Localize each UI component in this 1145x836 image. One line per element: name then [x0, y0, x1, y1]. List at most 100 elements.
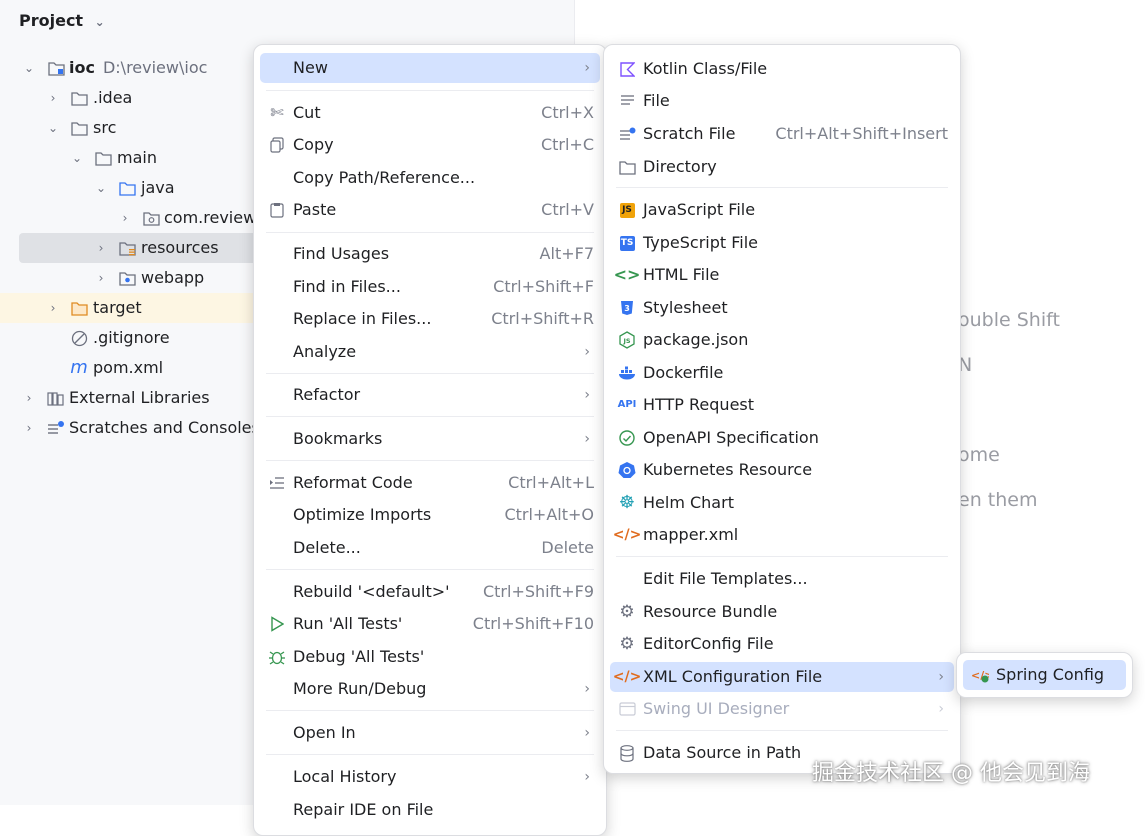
menu-item-find-in-files[interactable]: Find in Files... Ctrl+Shift+F: [260, 272, 600, 302]
menu-item-local-history[interactable]: Local History ›: [260, 762, 600, 792]
menu-item-edit-file-templates[interactable]: Edit File Templates...: [610, 564, 954, 594]
menu-item-directory[interactable]: Directory: [610, 152, 954, 182]
menu-item-label: New: [293, 58, 328, 77]
chevron-right-icon: ›: [584, 60, 590, 76]
menu-item-label: Paste: [293, 200, 337, 219]
chevron-right-icon[interactable]: ›: [118, 203, 132, 233]
menu-item-kubernetes-resource[interactable]: Kubernetes Resource: [610, 455, 954, 485]
chevron-right-icon[interactable]: ›: [22, 383, 36, 413]
menu-item-html-file[interactable]: <> HTML File: [610, 260, 954, 290]
chevron-right-icon[interactable]: ›: [94, 263, 108, 293]
menu-item-label: Delete...: [293, 538, 361, 557]
chevron-right-icon: ›: [938, 669, 944, 685]
debug-icon: [266, 642, 288, 672]
menu-item-optimize-imports[interactable]: Optimize Imports Ctrl+Alt+O: [260, 500, 600, 530]
folder-icon: [94, 143, 112, 173]
chevron-right-icon[interactable]: ›: [22, 413, 36, 443]
menu-item-label: Copy: [293, 135, 334, 154]
menu-item-kotlin-class[interactable]: Kotlin Class/File: [610, 54, 954, 84]
tree-item-label: resources: [141, 238, 219, 257]
menu-item-label: Optimize Imports: [293, 505, 432, 524]
chevron-down-icon[interactable]: ⌄: [70, 143, 84, 173]
menu-item-mapper-xml[interactable]: </> mapper.xml: [610, 520, 954, 550]
resources-folder-icon: [118, 233, 136, 263]
tree-item-path: D:\review\ioc: [102, 58, 208, 77]
chevron-right-icon: ›: [584, 725, 590, 741]
menu-item-run-all-tests[interactable]: Run 'All Tests' Ctrl+Shift+F10: [260, 609, 600, 639]
editor-hint: ome: [958, 444, 1000, 466]
menu-item-editorconfig-file[interactable]: ⚙ EditorConfig File: [610, 629, 954, 659]
xml-submenu: </> Spring Config: [956, 652, 1133, 698]
menu-item-shortcut: Ctrl+X: [541, 103, 594, 122]
menu-item-reformat-code[interactable]: Reformat Code Ctrl+Alt+L: [260, 468, 600, 498]
web-folder-icon: [118, 263, 136, 293]
menu-item-analyze[interactable]: Analyze ›: [260, 337, 600, 367]
menu-item-paste[interactable]: Paste Ctrl+V: [260, 195, 600, 225]
menu-item-cut[interactable]: ✄ Cut Ctrl+X: [260, 98, 600, 128]
menu-item-scratch-file[interactable]: Scratch File Ctrl+Alt+Shift+Insert: [610, 119, 954, 149]
menu-item-label: Debug 'All Tests': [293, 647, 425, 666]
menu-item-more-run-debug[interactable]: More Run/Debug ›: [260, 674, 600, 704]
menu-item-typescript-file[interactable]: TS TypeScript File: [610, 228, 954, 258]
chevron-down-icon[interactable]: ⌄: [95, 15, 105, 29]
menu-item-rebuild[interactable]: Rebuild '<default>' Ctrl+Shift+F9: [260, 577, 600, 607]
chevron-right-icon: ›: [584, 681, 590, 697]
chevron-right-icon: ›: [584, 769, 590, 785]
menu-item-label: Run 'All Tests': [293, 614, 403, 633]
menu-item-javascript-file[interactable]: JS JavaScript File: [610, 195, 954, 225]
menu-item-resource-bundle[interactable]: ⚙ Resource Bundle: [610, 597, 954, 627]
menu-item-find-usages[interactable]: Find Usages Alt+F7: [260, 239, 600, 269]
menu-item-package-json[interactable]: JS package.json: [610, 325, 954, 355]
chevron-down-icon[interactable]: ⌄: [94, 173, 108, 203]
menu-item-repair-ide[interactable]: Repair IDE on File: [260, 795, 600, 825]
tree-item-label: .gitignore: [93, 328, 170, 347]
chevron-right-icon[interactable]: ›: [94, 233, 108, 263]
gear-icon: ⚙: [619, 634, 635, 654]
folder-icon: [616, 152, 638, 182]
chevron-down-icon[interactable]: ⌄: [22, 53, 36, 83]
openapi-icon: [616, 423, 638, 453]
database-icon: [616, 738, 638, 768]
menu-item-bookmarks[interactable]: Bookmarks ›: [260, 424, 600, 454]
tree-item-label: main: [117, 148, 157, 167]
ignore-file-icon: [70, 323, 88, 353]
menu-item-openapi-specification[interactable]: OpenAPI Specification: [610, 423, 954, 453]
menu-item-copy[interactable]: Copy Ctrl+C: [260, 130, 600, 160]
menu-item-label: HTML File: [643, 265, 720, 284]
menu-item-debug-all-tests[interactable]: Debug 'All Tests': [260, 642, 600, 672]
menu-item-label: File: [643, 91, 670, 110]
menu-item-label: Find in Files...: [293, 277, 401, 296]
chevron-right-icon[interactable]: ›: [46, 83, 60, 113]
chevron-down-icon[interactable]: ⌄: [46, 113, 60, 143]
menu-item-delete[interactable]: Delete... Delete: [260, 533, 600, 563]
javascript-icon: JS: [616, 195, 638, 225]
menu-item-stylesheet[interactable]: 3 Stylesheet: [610, 293, 954, 323]
panel-title[interactable]: Project ⌄: [19, 11, 105, 30]
menu-item-http-request[interactable]: API HTTP Request: [610, 390, 954, 420]
excluded-folder-icon: [70, 293, 88, 323]
menu-item-copy-path[interactable]: Copy Path/Reference...: [260, 163, 600, 193]
menu-item-label: Rebuild '<default>': [293, 582, 450, 601]
menu-item-helm-chart[interactable]: ☸ Helm Chart: [610, 488, 954, 518]
kotlin-icon: [616, 54, 638, 84]
context-menu: New › ✄ Cut Ctrl+X Copy Ctrl+C Copy Path…: [253, 44, 607, 836]
menu-item-label: Stylesheet: [643, 298, 728, 317]
menu-item-open-in[interactable]: Open In ›: [260, 718, 600, 748]
menu-item-file[interactable]: File: [610, 86, 954, 116]
chevron-right-icon[interactable]: ›: [46, 293, 60, 323]
scratches-icon: [47, 413, 65, 443]
xml-icon: </>: [612, 527, 642, 543]
watermark: 掘金技术社区 @ 他会见到海: [812, 761, 1090, 786]
menu-item-dockerfile[interactable]: Dockerfile: [610, 358, 954, 388]
menu-item-shortcut: Ctrl+Shift+F9: [482, 582, 594, 601]
tree-item-label: Scratches and Consoles: [69, 418, 260, 437]
kubernetes-icon: [616, 455, 638, 485]
menu-item-replace-in-files[interactable]: Replace in Files... Ctrl+Shift+R: [260, 304, 600, 334]
menu-item-spring-config[interactable]: </> Spring Config: [963, 660, 1126, 690]
menu-item-label: Cut: [293, 103, 321, 122]
menu-item-new[interactable]: New ›: [260, 53, 600, 83]
menu-item-label: Helm Chart: [643, 493, 734, 512]
scissors-icon: ✄: [270, 103, 284, 122]
menu-item-xml-configuration-file[interactable]: </> XML Configuration File ›: [610, 662, 954, 692]
menu-item-refactor[interactable]: Refactor ›: [260, 380, 600, 410]
